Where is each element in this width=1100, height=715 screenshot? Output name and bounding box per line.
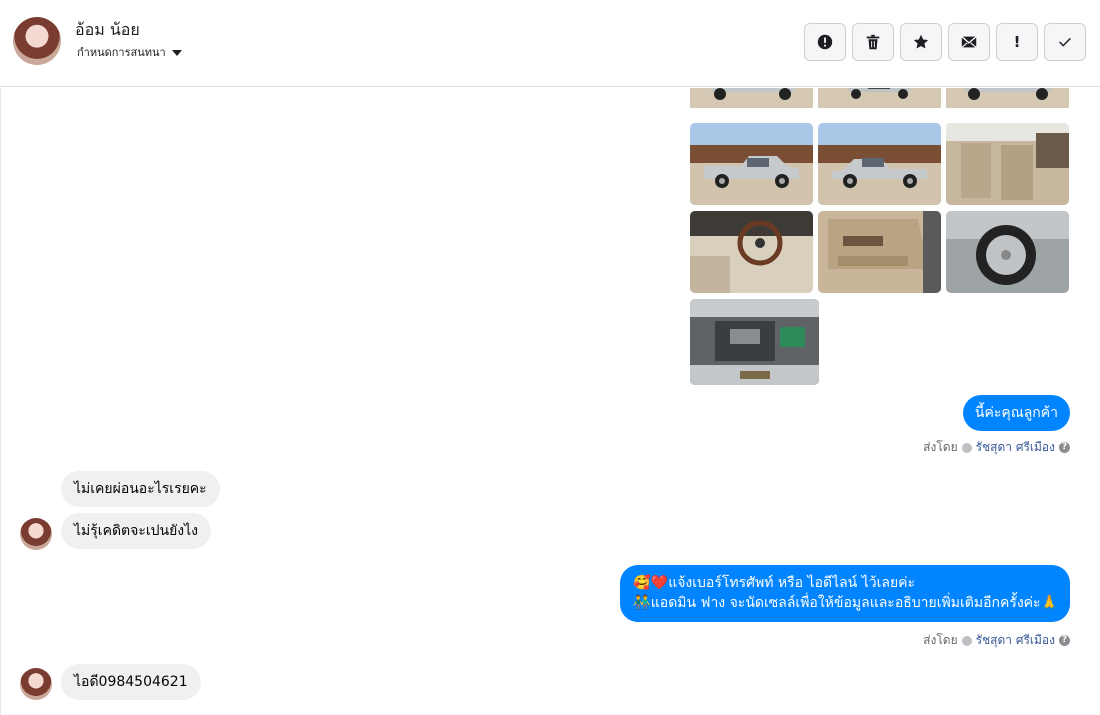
trash-icon	[866, 34, 880, 50]
sent-by-prefix: ส่งโดย	[923, 633, 958, 647]
photo-car-side-left[interactable]	[690, 123, 813, 205]
sent-by-name[interactable]: รัชสุดา ศรีเมือง	[976, 631, 1055, 650]
contact-avatar[interactable]	[13, 17, 61, 65]
envelope-icon	[961, 36, 977, 48]
contact-name[interactable]: อ้อม น้อย	[75, 18, 140, 43]
spam-button[interactable]	[804, 23, 846, 61]
sent-by-prefix: ส่งโดย	[923, 440, 958, 454]
message-bubble-incoming[interactable]: ไอดี0984504621	[61, 664, 201, 700]
star-icon	[913, 34, 929, 49]
sent-by-label: ส่งโดย รัชสุดา ศรีเมือง ?	[923, 631, 1070, 650]
photo-car-side-right[interactable]	[818, 123, 941, 205]
contact-avatar-small[interactable]	[20, 518, 52, 550]
unread-button[interactable]	[948, 23, 990, 61]
toolbar: !	[804, 23, 1086, 61]
photo-car-door-panel[interactable]	[818, 211, 941, 293]
star-button[interactable]	[900, 23, 942, 61]
photo-car-seats[interactable]	[946, 123, 1069, 205]
photo-car-engine[interactable]	[690, 299, 819, 385]
caret-down-icon	[171, 49, 182, 56]
assign-conversation-dropdown[interactable]: กำหนดการสนทนา	[77, 43, 182, 61]
follow-up-button[interactable]: !	[996, 23, 1038, 61]
photo-car-steering-wheel[interactable]	[690, 211, 813, 293]
message-bubble-outgoing[interactable]: 🥰❤️แจ้งเบอร์โทรศัพท์ หรือ ไอดีไลน์ ไว้เล…	[620, 565, 1070, 622]
message-bubble-outgoing[interactable]: นี้ค่ะคุณลูกค้า	[962, 395, 1070, 431]
contact-avatar-small[interactable]	[20, 668, 52, 700]
conversation-header: อ้อม น้อย กำหนดการสนทนา !	[0, 0, 1100, 87]
sent-by-label: ส่งโดย รัชสุดา ศรีเมือง ?	[923, 438, 1070, 457]
message-line: 🥰❤️แจ้งเบอร์โทรศัพท์ หรือ ไอดีไลน์ ไว้เล…	[633, 575, 916, 591]
delete-button[interactable]	[852, 23, 894, 61]
verified-dot-icon	[961, 635, 972, 646]
message-bubble-incoming[interactable]: ไม่รุ้เคดิตจะเปนยังไง	[61, 513, 212, 549]
help-icon[interactable]: ?	[1059, 442, 1070, 453]
message-thread[interactable]: นี้ค่ะคุณลูกค้า ส่งโดย รัชสุดา ศรีเมือง …	[0, 88, 1100, 715]
message-bubble-incoming[interactable]: ไม่เคยผ่อนอะไรเรยคะ	[61, 471, 220, 507]
help-icon[interactable]: ?	[1059, 635, 1070, 646]
exclamation-icon: !	[1013, 33, 1021, 51]
done-button[interactable]	[1044, 23, 1086, 61]
photo-car-wheel[interactable]	[946, 211, 1069, 293]
sent-by-name[interactable]: รัชสุดา ศรีเมือง	[976, 438, 1055, 457]
assign-label: กำหนดการสนทนา	[77, 46, 166, 59]
alert-circle-icon	[817, 34, 833, 50]
verified-dot-icon	[961, 442, 972, 453]
check-icon	[1059, 37, 1071, 47]
message-line: 👬แอดมิน ฟาง จะนัดเซลล์เพื่อให้ข้อมูลและอ…	[633, 595, 1058, 611]
